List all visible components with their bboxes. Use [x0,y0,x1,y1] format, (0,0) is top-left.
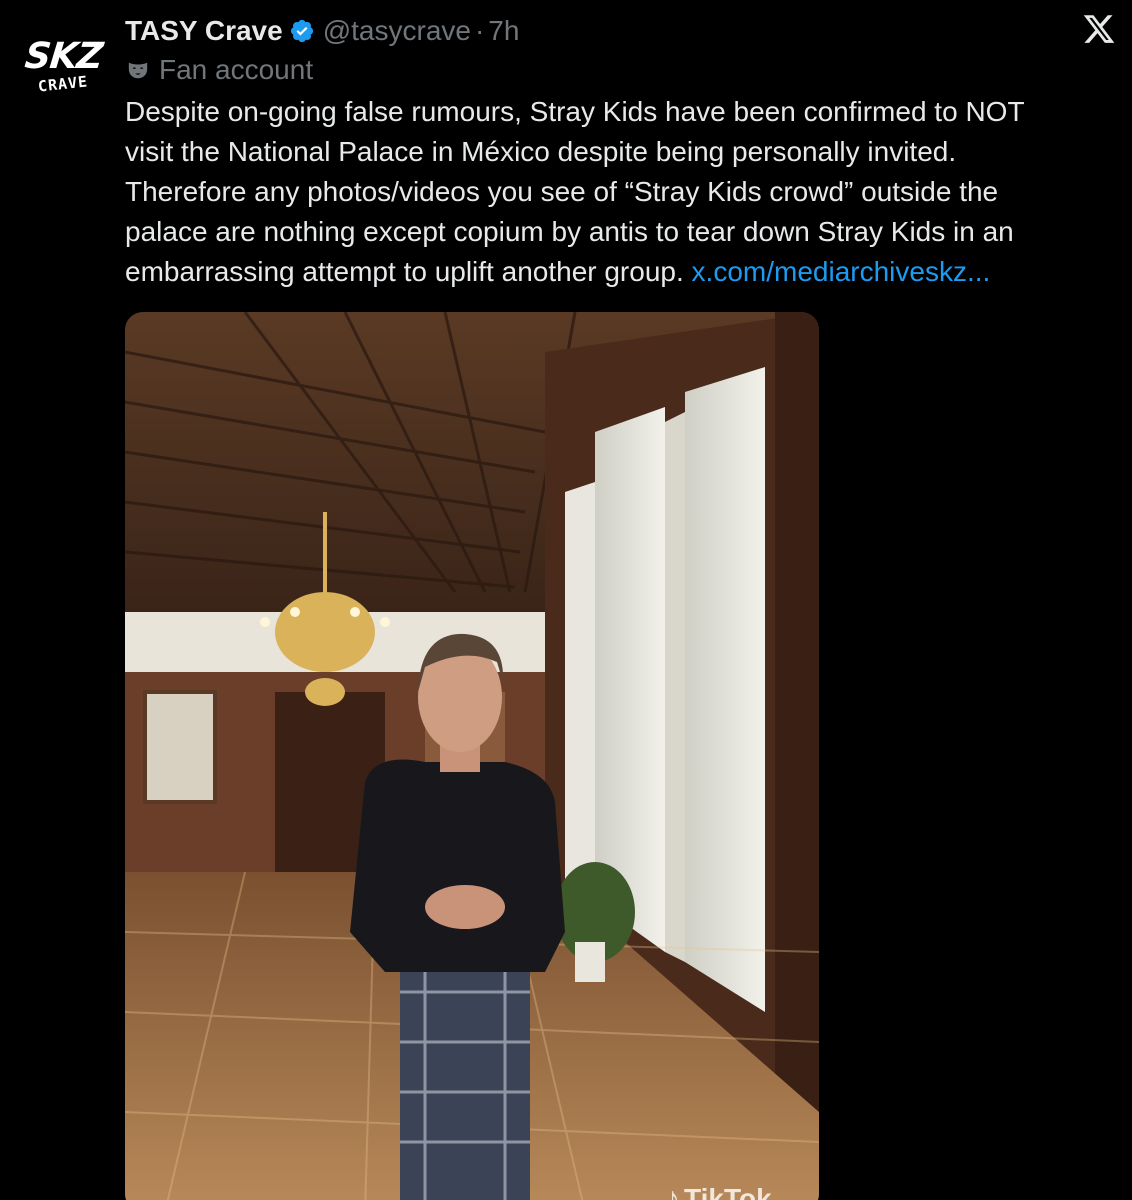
timestamp[interactable]: 7h [488,15,519,47]
avatar-logo-subtext: CRAVE [37,71,89,96]
tweet-text-line: Therefore any photos/videos you see of “… [125,176,999,207]
account-label-text: Fan account [159,54,314,85]
display-name[interactable]: TASY Crave [125,15,283,47]
tweet-header: TASY Crave @tasycrave · 7h [125,12,519,50]
tweet-text-line: Despite on-going false rumours, Stray Ki… [125,96,1025,127]
tweet-text: Despite on-going false rumours, Stray Ki… [125,92,1115,292]
video-frame-illustration [125,312,819,1200]
tiktok-watermark: ♪ TikTok [665,1182,772,1200]
avatar-logo-text: SKZ [22,35,104,77]
tweet: SKZ CRAVE TASY Crave @tasycrave · 7h Fan… [0,0,1132,1200]
tweet-text-last: embarrassing attempt to uplift another g… [125,256,684,287]
verified-badge-icon [290,19,313,43]
tweet-text-line: embarrassing attempt to uplift another g… [125,252,1115,292]
tweet-text-line: palace are nothing except copium by anti… [125,216,1014,247]
tiktok-note-icon: ♪ [665,1182,680,1200]
x-logo-icon[interactable] [1082,10,1116,48]
mask-icon [128,62,148,79]
tiktok-watermark-text: TikTok [684,1183,772,1200]
separator-dot: · [474,15,485,46]
tweet-text-line: visit the National Palace in México desp… [125,136,957,167]
tweet-link[interactable]: x.com/mediarchiveskz... [692,256,991,287]
handle[interactable]: @tasycrave [323,15,471,47]
avatar[interactable]: SKZ CRAVE [18,20,108,110]
video-thumbnail[interactable]: ♪ TikTok [125,312,819,1200]
account-label: Fan account [127,52,313,88]
